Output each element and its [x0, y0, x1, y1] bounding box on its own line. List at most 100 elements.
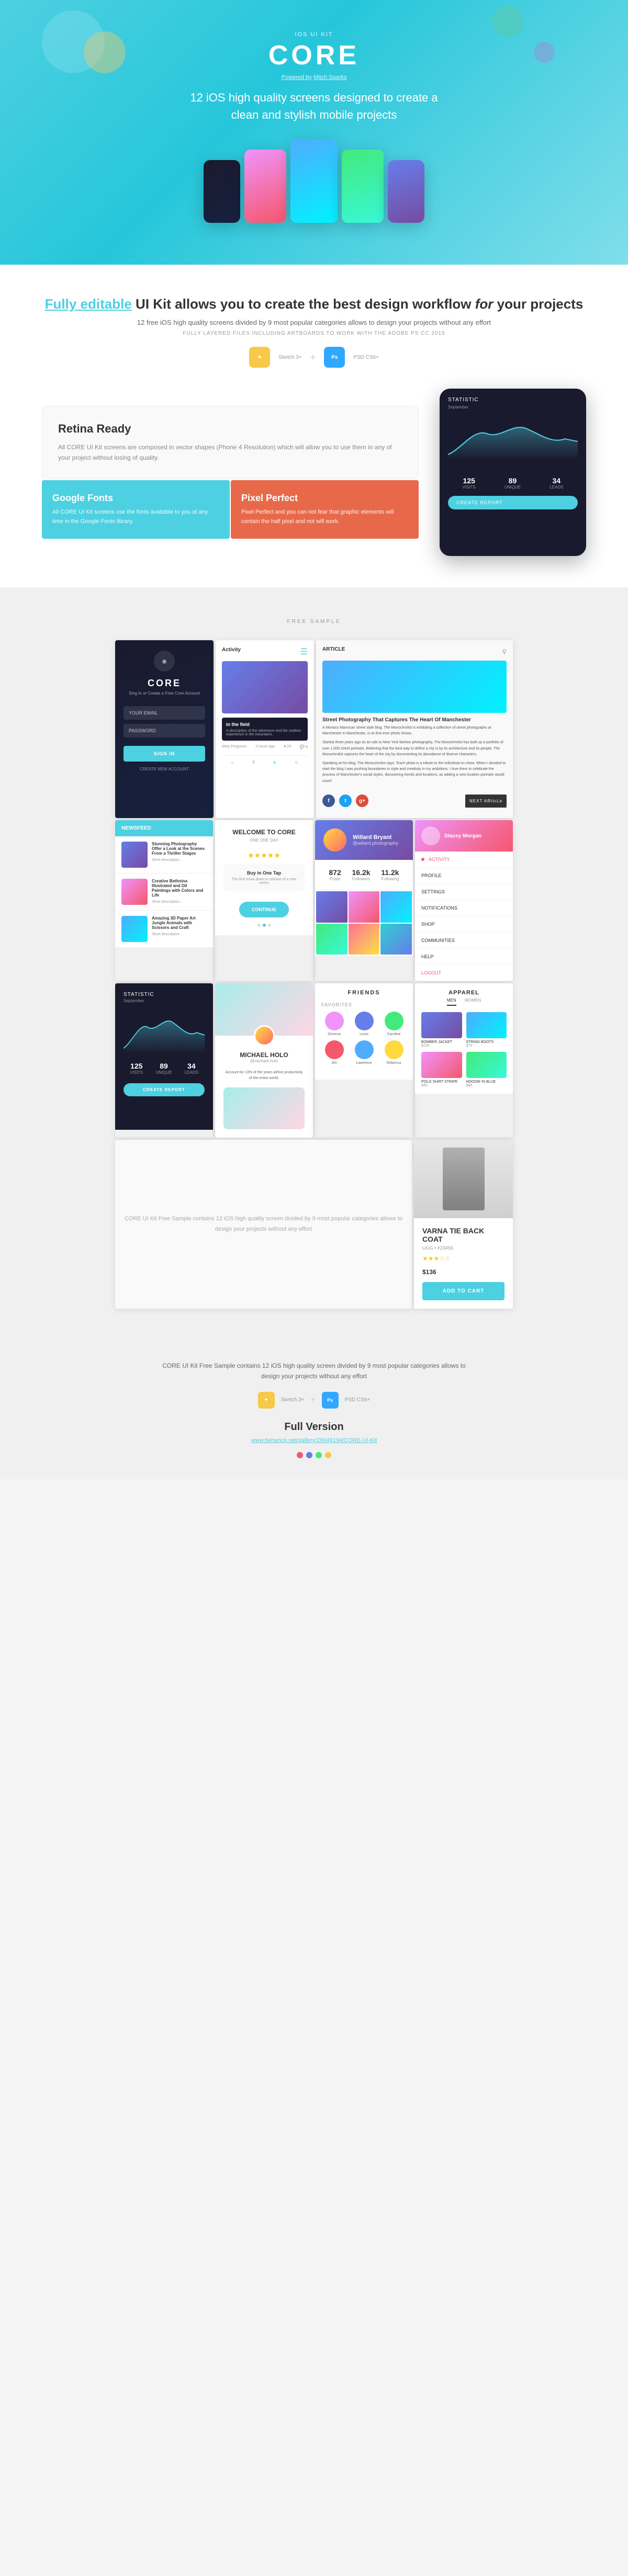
phone-screen-extra — [388, 160, 424, 223]
add-to-cart-button[interactable]: ADD TO CART — [422, 1282, 504, 1300]
stat-leads-val: 34 — [550, 476, 563, 485]
signin-screen-card: ● CORE Sing In or Create a Free Core Acc… — [115, 640, 214, 818]
pixel-perfect-box: Pixel Perfect Pixel Perfect and you can … — [231, 480, 419, 539]
friend-lawrence: Lawrence — [351, 1040, 377, 1065]
apparel-feature-price: $136 — [422, 1268, 504, 1276]
profile-following-label: Following — [381, 877, 399, 881]
article-headline: Street Photography That Captures The Hea… — [322, 717, 507, 723]
profile-followers-label: Followers — [352, 877, 371, 881]
welcome-screen: WELCOME TO CORE ONE ONE DAY ★★★★★ Buy in… — [215, 820, 313, 935]
grid-row-1: ● CORE Sing In or Create a Free Core Acc… — [115, 640, 513, 818]
profile-grid-item-3 — [380, 891, 412, 923]
profile-grid-item-1 — [316, 891, 347, 923]
michael-description: Account for 13% of the years airline pro… — [223, 1070, 305, 1081]
stacey-menu-shop[interactable]: SHOP — [415, 916, 513, 933]
continue-button[interactable]: CONTINUE — [239, 902, 289, 917]
apparel-img-polo — [421, 1052, 462, 1078]
full-version-title: Full Version — [42, 1421, 586, 1433]
statistic-chart-svg — [124, 1012, 205, 1053]
stacey-menu-activity[interactable]: ACTIVITY — [415, 852, 513, 868]
article-social-buttons: f t g+ — [322, 795, 368, 807]
activity-card-title: in the field — [226, 722, 304, 727]
newsfeed-screen-card: NEWSFEED Stunning Photography Offer a Lo… — [115, 820, 213, 981]
newsfeed-item3-title: Amazing 3D Paper Art Jungle Animals with… — [152, 916, 207, 930]
stacey-menu-notifications[interactable]: NOTIFICATIONS — [415, 900, 513, 916]
apparel-tab-men[interactable]: MEN — [447, 998, 456, 1006]
stacey-menu-profile[interactable]: PROFILE — [415, 868, 513, 884]
stacey-menu-settings[interactable]: SETTINGS — [415, 884, 513, 900]
welcome-feature-text: The first issue down to release of a new… — [230, 878, 298, 885]
apparel-price-polo: $45 — [421, 1084, 462, 1087]
chart-svg — [448, 418, 578, 460]
hero-by-line: Powered by Mitch Sparks — [282, 74, 347, 81]
profile-following-val: 11.2k — [381, 868, 399, 877]
profile-stats: 872 Posts 16.2k Followers 11.2k Followin… — [315, 860, 413, 890]
stat-unique-lbl: UNIQUE — [155, 1070, 172, 1075]
apparel-name-polo: POLO SHIRT STRIPE — [421, 1080, 462, 1084]
bottom-spacer: CORE UI Kit Free Sample contains 12 iOS … — [115, 1140, 412, 1309]
facebook-share-button[interactable]: f — [322, 795, 335, 807]
next-article-button[interactable]: NEXT ARticLe — [465, 795, 507, 808]
apparel-feature-body: VARNA TIE BACK COAT UGG • #23456 ★★★☆☆ $… — [414, 1218, 513, 1309]
password-field[interactable]: PASSWORD — [124, 724, 205, 737]
twitter-share-button[interactable]: t — [339, 795, 352, 807]
stat-visits-val: 125 — [463, 476, 476, 485]
features-sub: 12 free iOS high quality screens divided… — [137, 319, 491, 326]
stacey-menu-logout[interactable]: LOGOUT — [415, 965, 513, 981]
welcome-subtitle: ONE ONE DAY — [223, 838, 305, 843]
stacey-menu-help[interactable]: HELP — [415, 949, 513, 965]
email-field[interactable]: YOUR EMAIL — [124, 706, 205, 720]
coat-image — [443, 1148, 485, 1210]
googleplus-share-button[interactable]: g+ — [356, 795, 368, 807]
apparel-tab-women[interactable]: WOMEN — [465, 998, 481, 1006]
apparel-price-boots: $74 — [466, 1044, 507, 1048]
apparel-img-hoodie — [466, 1052, 507, 1078]
create-report-btn-2[interactable]: CREATE REPORT — [124, 1083, 205, 1096]
newsfeed-content-2: Creative Bethnina Illustrated and Oil Pa… — [152, 879, 207, 905]
stat-unique-label: UNIQUE — [504, 485, 521, 490]
apparel-feature-screen: VARNA TIE BACK COAT UGG • #23456 ★★★☆☆ $… — [414, 1140, 513, 1309]
friend-avatar-jim — [325, 1040, 344, 1059]
tools-divider: + — [310, 1395, 315, 1405]
statistic-screen: STATISTIC September — [115, 983, 213, 1130]
bottom-sketch-badge: ✦ — [258, 1392, 275, 1409]
color-palette — [42, 1452, 586, 1458]
newsfeed-item-1: Stunning Photography Offer a Look at the… — [115, 836, 213, 873]
friends-grid: Geneva Louis Caroline Jim — [321, 1012, 407, 1065]
apparel-item-1: BOMBER JACKET $105 — [421, 1012, 462, 1048]
color-dot-blue — [306, 1452, 312, 1458]
apparel-img-jacket — [421, 1012, 462, 1038]
apparel-price-jacket: $105 — [421, 1044, 462, 1048]
hero-decorative-circle-4 — [534, 42, 555, 63]
activity-nav-profile[interactable]: ☺ — [294, 760, 298, 765]
profile-posts-label: Posts — [329, 877, 341, 881]
profile-posts-val: 872 — [329, 868, 341, 877]
sketch-label: Sketch 3+ — [278, 355, 302, 360]
article-image — [322, 661, 507, 713]
activity-nav-search[interactable]: ⚲ — [252, 760, 255, 765]
bottom-ps-label: PSD CS6+ — [345, 1397, 371, 1403]
features-headline-end: your projects — [497, 296, 584, 312]
hero-subtitle: 12 iOS high quality screens designed to … — [183, 89, 445, 123]
fully-editable-link[interactable]: Fully editable — [45, 296, 132, 312]
friend-avatar-rebecca — [385, 1040, 403, 1059]
stat-leads: 34 LEADS — [550, 476, 563, 490]
activity-nav-home[interactable]: ⌂ — [231, 760, 234, 765]
create-report-button[interactable]: CREATE REPORT — [448, 496, 578, 509]
hero-decorative-circle-2 — [84, 31, 126, 73]
friend-avatar-geneva — [325, 1012, 344, 1030]
signin-button[interactable]: SIGN IN — [124, 746, 205, 762]
stacey-menu-communities[interactable]: COMMUNITIES — [415, 933, 513, 949]
profile-photo-grid — [315, 890, 413, 956]
article-body-1: A Monaco Marrocan street style blog. The… — [322, 725, 507, 736]
create-account-link[interactable]: CREATE NEW ACCOUNT — [140, 767, 189, 771]
profile-grid-item-6 — [380, 924, 412, 955]
profile-followers-val: 16.2k — [352, 868, 371, 877]
ps-label: PSD CS6+ — [353, 355, 379, 360]
hero-by-label: Powered by — [282, 74, 312, 81]
full-version-link[interactable]: www.behance.net/gallery/29049194/CORE-UI… — [42, 1437, 586, 1444]
activity-screen: Activity ☰ in the field A description of… — [216, 640, 314, 818]
features-headline: Fully editable UI Kit allows you to crea… — [45, 296, 584, 312]
activity-nav-active[interactable]: ● — [273, 760, 276, 765]
profile-screen-card: Willard Bryant @willard.photography 872 … — [315, 820, 413, 981]
